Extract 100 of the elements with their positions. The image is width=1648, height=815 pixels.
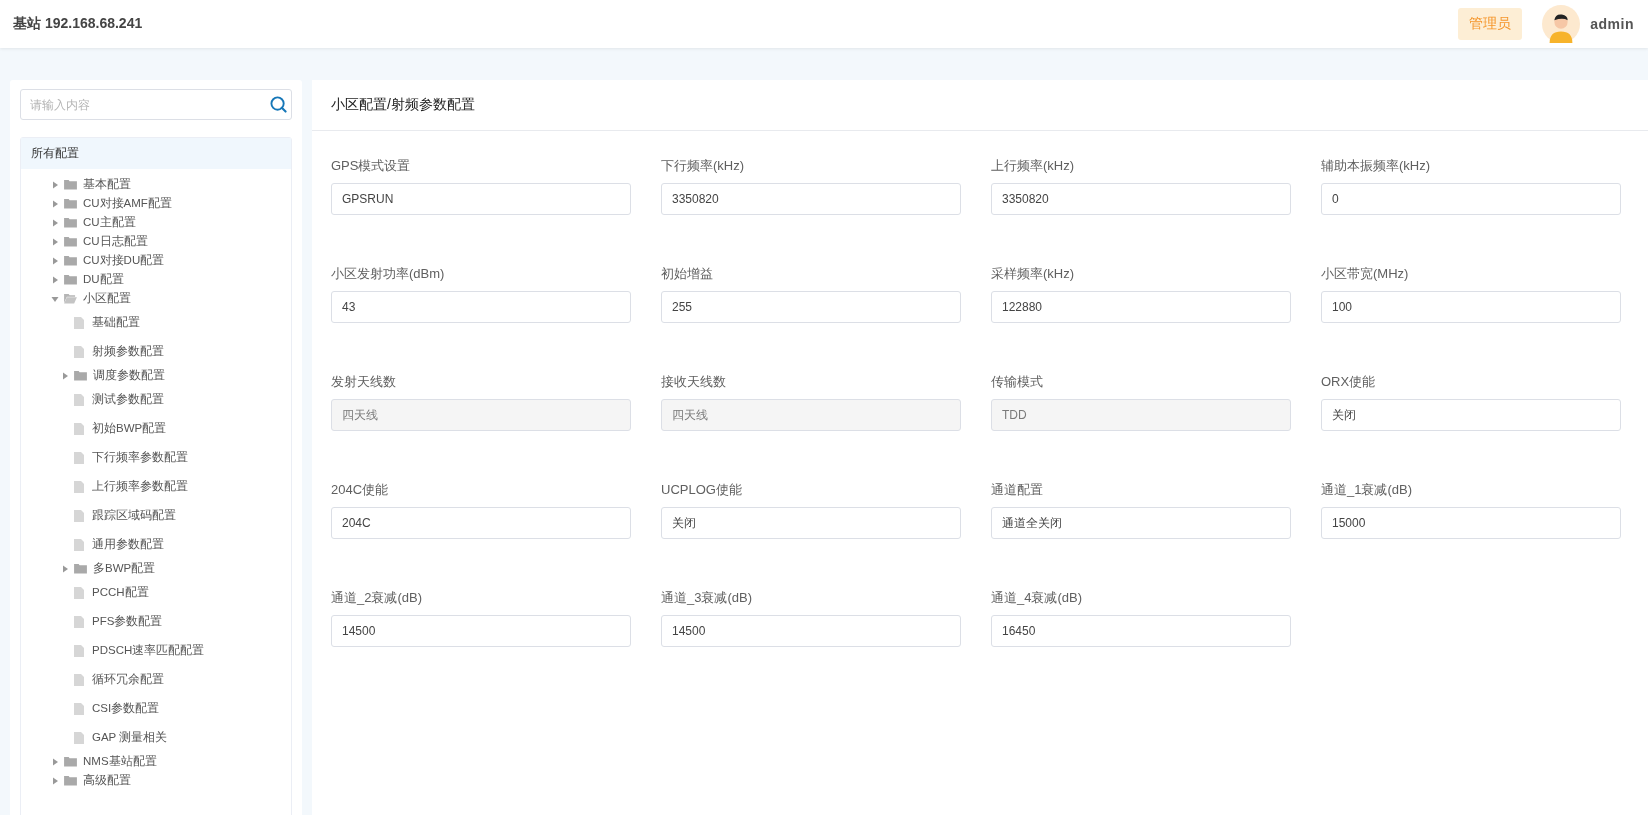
folder-icon <box>64 217 77 228</box>
caret-icon[interactable] <box>51 776 59 785</box>
input-field[interactable]: GPSRUN <box>331 183 631 215</box>
tree-item[interactable]: GAP 测量相关 <box>92 730 168 745</box>
tree-item[interactable]: 基础配置 <box>92 315 140 330</box>
tree-item[interactable]: DU配置 <box>83 272 124 287</box>
username[interactable]: admin <box>1590 16 1634 32</box>
tree-item[interactable]: CSI参数配置 <box>92 701 160 716</box>
file-icon <box>74 731 84 744</box>
tree-item[interactable]: 射频参数配置 <box>92 344 164 359</box>
field-label: 小区发射功率(dBm) <box>331 265 446 283</box>
tree-root[interactable]: 所有配置 <box>21 138 291 169</box>
folder-icon <box>64 775 77 786</box>
folder-icon <box>64 198 77 209</box>
field-label: 上行频率(kHz) <box>991 157 1076 175</box>
input-field[interactable]: 100 <box>1321 291 1621 323</box>
input-field[interactable]: 关闭 <box>1321 399 1621 431</box>
tree-item[interactable]: 调度参数配置 <box>93 368 165 383</box>
folder-icon <box>64 179 77 190</box>
field-label: 辅助本振频率(kHz) <box>1321 157 1432 175</box>
file-icon <box>74 644 84 657</box>
tree-item[interactable]: 循环冗余配置 <box>92 672 164 687</box>
file-icon <box>74 345 84 358</box>
tree-item[interactable]: 下行频率参数配置 <box>92 450 188 465</box>
site-title: 基站 192.168.68.241 <box>13 15 143 33</box>
field-label: 204C使能 <box>331 481 390 499</box>
file-icon <box>74 393 84 406</box>
open-folder-icon <box>64 293 77 304</box>
input-field[interactable]: 3350820 <box>661 183 961 215</box>
file-icon <box>74 538 84 551</box>
caret-icon[interactable] <box>51 218 59 227</box>
caret-icon[interactable] <box>51 180 59 189</box>
field-label: 初始增益 <box>661 265 714 283</box>
folder-icon <box>64 236 77 247</box>
tree-item[interactable]: CU对接DU配置 <box>83 253 165 268</box>
caret-icon[interactable] <box>51 199 59 208</box>
input-field[interactable]: 15000 <box>1321 507 1621 539</box>
input-field: 四天线 <box>661 399 961 431</box>
folder-icon <box>64 255 77 266</box>
folder-icon <box>64 274 77 285</box>
role-badge: 管理员 <box>1458 8 1523 40</box>
field-label: 传输模式 <box>991 373 1044 391</box>
tree-item[interactable]: 基本配置 <box>83 177 131 192</box>
input-field[interactable]: 14500 <box>661 615 961 647</box>
tree-item[interactable]: 通用参数配置 <box>92 537 164 552</box>
field-label: 通道_4衰减(dB) <box>991 589 1084 607</box>
field-label: 接收天线数 <box>661 373 727 391</box>
tree-item[interactable]: 高级配置 <box>83 773 131 788</box>
file-icon <box>74 422 84 435</box>
file-icon <box>74 673 84 686</box>
tree-item[interactable]: PFS参数配置 <box>92 614 163 629</box>
input-field[interactable]: 204C <box>331 507 631 539</box>
caret-icon[interactable] <box>61 564 69 573</box>
field-label: 采样频率(kHz) <box>991 265 1076 283</box>
tree-item[interactable]: CU日志配置 <box>83 234 148 249</box>
input-field: TDD <box>991 399 1291 431</box>
field-label: 通道配置 <box>991 481 1044 499</box>
input-field[interactable]: 通道全关闭 <box>991 507 1291 539</box>
caret-icon[interactable] <box>51 237 59 246</box>
field-label: 通道_2衰减(dB) <box>331 589 424 607</box>
input-field: 四天线 <box>331 399 631 431</box>
field-label: 通道_3衰减(dB) <box>661 589 754 607</box>
caret-icon[interactable] <box>51 757 59 766</box>
tree-item[interactable]: 多BWP配置 <box>93 561 156 576</box>
tree-item[interactable]: 测试参数配置 <box>92 392 164 407</box>
tree-item[interactable]: CU主配置 <box>83 215 136 230</box>
tree-item[interactable]: 上行频率参数配置 <box>92 479 188 494</box>
search-field[interactable]: 请输入内容 <box>20 89 292 120</box>
caret-icon[interactable] <box>51 294 59 303</box>
file-icon <box>74 451 84 464</box>
caret-icon[interactable] <box>51 256 59 265</box>
input-field[interactable]: 0 <box>1321 183 1621 215</box>
tree-item[interactable]: CU对接AMF配置 <box>83 196 172 211</box>
caret-icon[interactable] <box>51 275 59 284</box>
input-field[interactable]: 43 <box>331 291 631 323</box>
tree-item[interactable]: 跟踪区域码配置 <box>92 508 176 523</box>
field-label: 发射天线数 <box>331 373 397 391</box>
field-label: ORX使能 <box>1321 373 1377 391</box>
file-icon <box>74 316 84 329</box>
input-field[interactable]: 122880 <box>991 291 1291 323</box>
avatar-icon[interactable] <box>1542 5 1581 43</box>
tree-item[interactable]: 小区配置 <box>83 291 131 306</box>
input-field[interactable]: 3350820 <box>991 183 1291 215</box>
tree-item[interactable]: PCCH配置 <box>92 585 149 600</box>
tree-item[interactable]: PDSCH速率匹配配置 <box>92 643 205 658</box>
breadcrumb-title: 小区配置/射频参数配置 <box>331 96 475 114</box>
field-label: GPS模式设置 <box>331 157 412 175</box>
input-field[interactable]: 255 <box>661 291 961 323</box>
tree-item[interactable]: 初始BWP配置 <box>92 421 167 436</box>
file-icon <box>74 509 84 522</box>
field-label: UCPLOG使能 <box>661 481 743 499</box>
input-field[interactable]: 14500 <box>331 615 631 647</box>
input-field[interactable]: 16450 <box>991 615 1291 647</box>
caret-icon[interactable] <box>61 371 69 380</box>
file-icon <box>74 586 84 599</box>
file-icon <box>74 702 84 715</box>
input-field[interactable]: 关闭 <box>661 507 961 539</box>
tree-item[interactable]: NMS基站配置 <box>83 754 157 769</box>
search-icon[interactable] <box>270 96 287 113</box>
folder-icon <box>74 563 87 574</box>
